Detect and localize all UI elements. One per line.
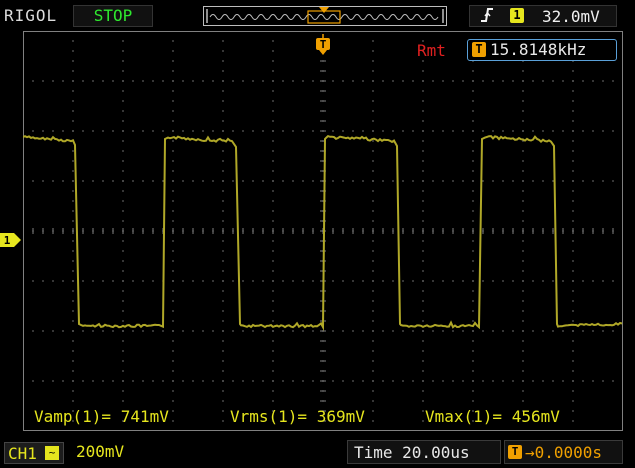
ch1-settings[interactable]: CH1 ~ bbox=[4, 442, 64, 464]
frequency-counter: T 15.8148kHz bbox=[467, 39, 617, 61]
trigger-channel-badge: 1 bbox=[510, 8, 524, 23]
trigger-status[interactable]: 1 32.0mV bbox=[469, 5, 617, 27]
rising-edge-icon bbox=[480, 7, 494, 27]
timebase-setting[interactable]: Time 20.00us bbox=[347, 440, 501, 464]
remote-indicator: Rmt bbox=[417, 41, 446, 60]
measurement-vrms: Vrms(1)= 369mV bbox=[230, 407, 365, 426]
ac-coupling-icon: ~ bbox=[45, 446, 59, 460]
frequency-value: 15.8148kHz bbox=[490, 40, 587, 59]
ch1-label: CH1 bbox=[8, 444, 37, 463]
trigger-counter-icon: T bbox=[472, 42, 486, 57]
memory-timebase-bar bbox=[203, 6, 447, 26]
offset-value: →0.0000s bbox=[525, 443, 603, 462]
measurement-vmax: Vmax(1)= 456mV bbox=[425, 407, 560, 426]
trigger-position-label: T bbox=[320, 38, 327, 51]
ch1-marker-label: 1 bbox=[4, 234, 11, 247]
trigger-position-icon[interactable]: T bbox=[315, 34, 331, 56]
ch1-ground-marker[interactable]: 1 bbox=[0, 232, 22, 248]
brand-label: RIGOL bbox=[4, 6, 58, 25]
trigger-level: 32.0mV bbox=[542, 7, 600, 26]
horizontal-offset[interactable]: T →0.0000s bbox=[504, 440, 623, 464]
timebase-value: Time 20.00us bbox=[354, 443, 470, 462]
trigger-offset-icon: T bbox=[508, 445, 522, 459]
run-state-indicator[interactable]: STOP bbox=[73, 5, 153, 27]
ch1-vertical-scale[interactable]: 200mV bbox=[76, 442, 124, 461]
measurement-vamp: Vamp(1)= 741mV bbox=[34, 407, 169, 426]
waveform-display[interactable] bbox=[23, 31, 623, 431]
